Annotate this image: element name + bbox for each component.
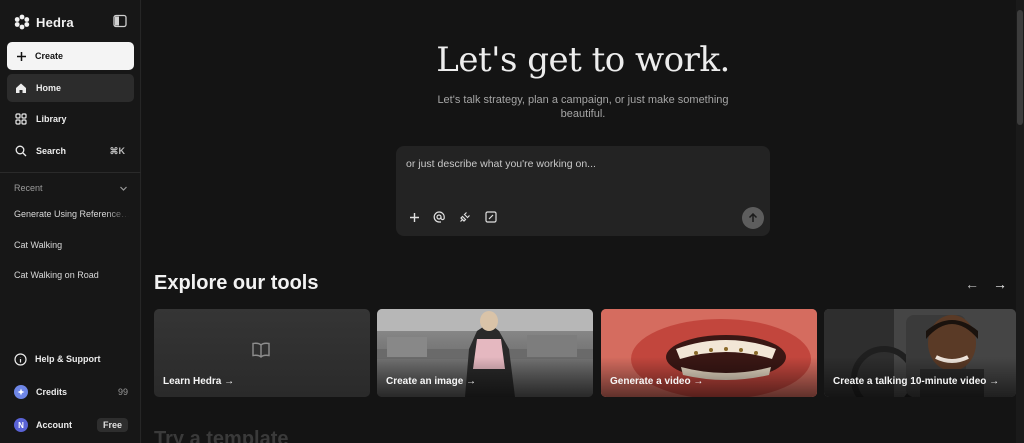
main-content: Let's get to work. Let's talk strategy, … (142, 0, 1024, 443)
hedra-logo-icon (14, 14, 30, 30)
page-title: Let's get to work. (436, 40, 730, 80)
help-support-button[interactable]: Help & Support (14, 350, 128, 368)
card-label: Create a talking 10-minute video → (833, 376, 1000, 387)
help-label: Help & Support (35, 354, 101, 364)
credits-icon (14, 385, 28, 399)
card-label: Generate a video → (610, 376, 704, 387)
scrollbar[interactable] (1016, 0, 1024, 443)
chevron-down-icon[interactable] (119, 184, 128, 193)
home-icon (16, 83, 26, 93)
book-icon (252, 342, 270, 358)
tool-card-learn[interactable]: Learn Hedra → (154, 309, 370, 397)
brand-name: Hedra (36, 14, 74, 30)
next-section-title: Try a template (154, 428, 289, 443)
brand[interactable]: Hedra (14, 12, 74, 32)
add-icon[interactable] (407, 210, 421, 224)
grid-icon (15, 113, 27, 125)
page-subtitle: Let's talk strategy, plan a campaign, or… (437, 94, 729, 120)
arrow-left-icon[interactable]: ← (965, 276, 979, 292)
sidebar-item-label: Home (36, 83, 62, 93)
sidebar-item-home[interactable]: Home (7, 74, 134, 102)
recent-header[interactable]: Recent (14, 183, 128, 193)
plan-badge: Free (96, 418, 128, 432)
sidebar-toggle-icon[interactable] (113, 14, 127, 28)
tool-card-talking-video[interactable]: Create a talking 10-minute video → (824, 309, 1016, 397)
info-icon (14, 352, 27, 366)
plug-icon[interactable] (458, 210, 472, 224)
arrow-right-icon[interactable]: → (993, 276, 1007, 292)
sidebar-item-library[interactable]: Library (7, 105, 134, 133)
credits-button[interactable]: Credits 99 (14, 383, 128, 401)
arrow-up-icon (748, 213, 758, 222)
recent-heading: Recent (14, 183, 43, 193)
prompt-box[interactable]: or just describe what you're working on.… (396, 146, 770, 236)
sidebar-item-label: Search (36, 146, 67, 156)
tool-card-video[interactable]: Generate a video → (601, 309, 817, 397)
create-button[interactable]: Create (7, 42, 134, 70)
tool-card-image[interactable]: Create an image → (377, 309, 593, 397)
recent-item[interactable]: Cat Walking on Road (14, 270, 129, 280)
credits-label: Credits (36, 387, 68, 397)
avatar: N (14, 418, 28, 432)
sidebar: Hedra Create Home Library Search ⌘K Rece… (0, 0, 141, 443)
card-label: Learn Hedra → (163, 376, 235, 387)
scrollbar-thumb[interactable] (1017, 10, 1023, 125)
sidebar-item-search[interactable]: Search ⌘K (7, 137, 134, 165)
account-label: Account (36, 420, 72, 430)
create-label: Create (35, 51, 64, 61)
recent-item[interactable]: Cat Walking (14, 240, 129, 250)
sidebar-item-label: Library (36, 114, 67, 124)
plus-icon (17, 51, 26, 61)
search-icon (15, 145, 27, 157)
send-button[interactable] (742, 207, 764, 229)
recent-item[interactable]: Generate Using Reference… (14, 209, 129, 219)
sidebar-divider (0, 172, 141, 173)
account-button[interactable]: N Account Free (14, 416, 128, 434)
section-title: Explore our tools (154, 272, 319, 294)
mention-icon[interactable] (432, 210, 446, 224)
prompt-input[interactable]: or just describe what you're working on.… (406, 158, 596, 170)
card-label: Create an image → (386, 376, 477, 387)
search-shortcut: ⌘K (109, 145, 126, 156)
credits-value: 99 (117, 387, 128, 397)
edit-icon[interactable] (484, 210, 498, 224)
